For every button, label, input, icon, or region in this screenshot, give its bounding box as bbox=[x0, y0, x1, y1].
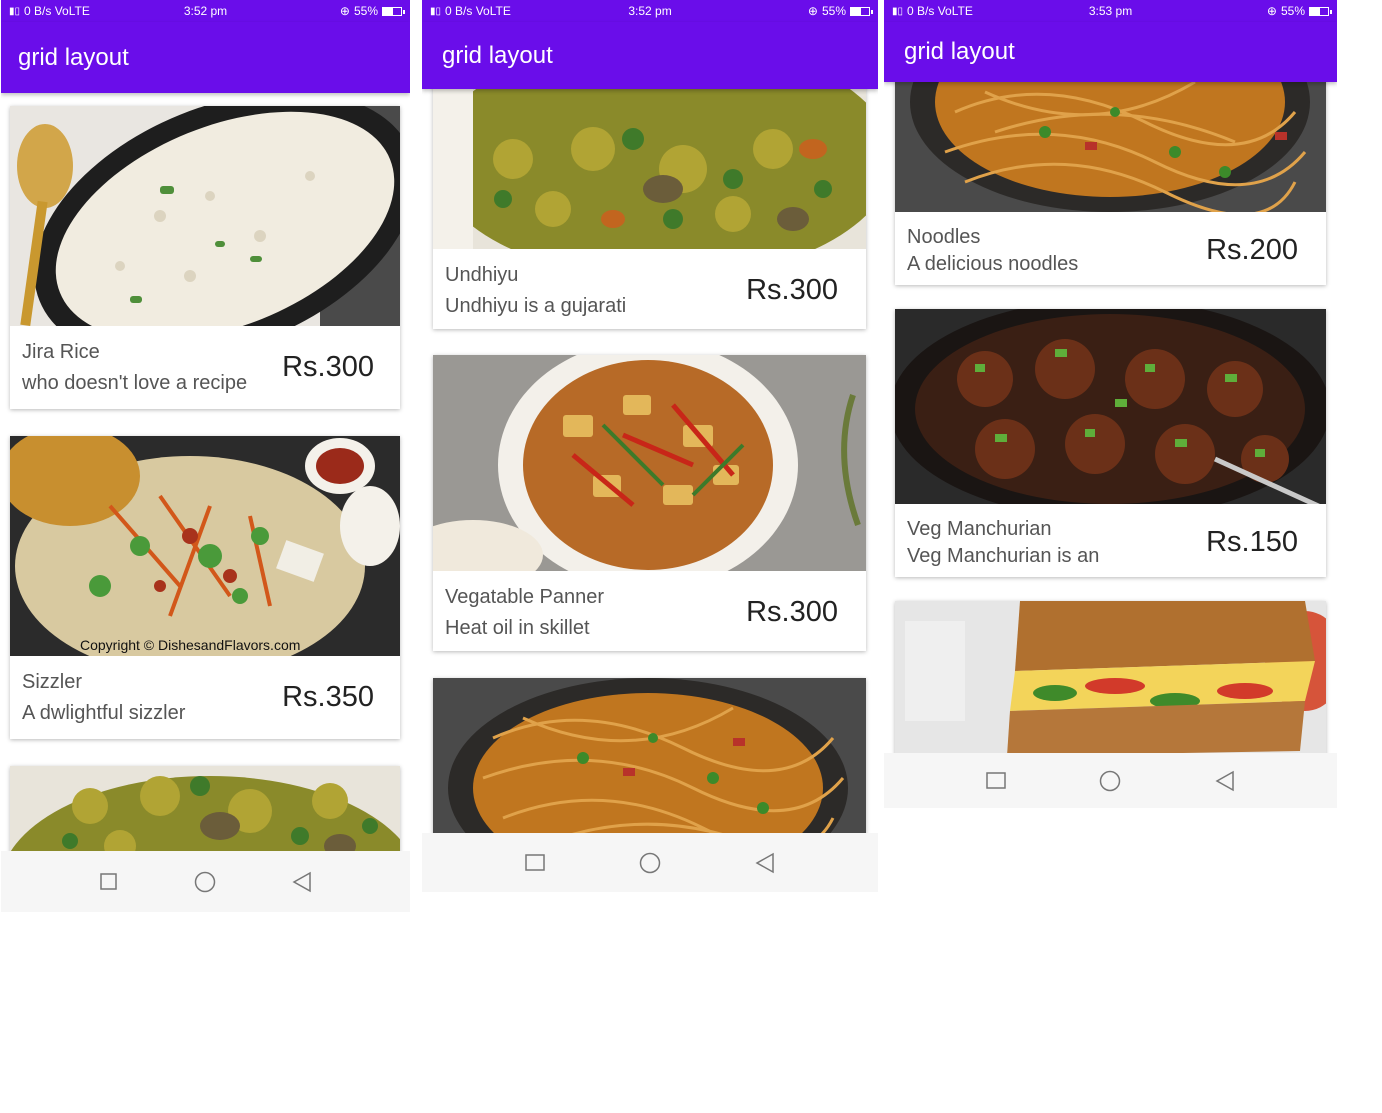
food-card-veg-manchurian[interactable]: Veg Manchurian Veg Manchurian is an Rs.1… bbox=[895, 309, 1326, 577]
status-time: 3:52 pm bbox=[183, 4, 228, 18]
status-bar: ▮▯ 0 B/s VoLTE 3:52 pm ⊕ 55% bbox=[1, 0, 410, 22]
card-grid[interactable]: Undhiyu Undhiyu is a gujarati Rs.300 Veg… bbox=[422, 89, 878, 833]
network-status: 0 B/s VoLTE bbox=[24, 4, 90, 18]
recents-square-icon[interactable] bbox=[89, 862, 129, 902]
app-bar: grid layout bbox=[884, 22, 1337, 82]
battery-icon bbox=[1309, 6, 1333, 16]
network-status: 0 B/s VoLTE bbox=[445, 4, 511, 18]
food-name: Vegatable Panner bbox=[445, 586, 605, 608]
battery-percent: 55% bbox=[821, 4, 847, 18]
battery-icon bbox=[382, 6, 405, 16]
app-title: grid layout bbox=[904, 38, 1015, 65]
food-name: Veg Manchurian bbox=[907, 518, 1052, 540]
food-price: Rs.300 bbox=[746, 274, 838, 306]
battery-level bbox=[851, 7, 861, 15]
data-saver-icon: ⊕ bbox=[807, 4, 818, 18]
food-description: who doesn't love a recipe bbox=[22, 372, 248, 394]
card-grid[interactable]: Noodles A delicious noodles Rs.200 Veg M… bbox=[884, 82, 1337, 753]
noodles-photo bbox=[433, 678, 866, 833]
card-info: Veg Manchurian Veg Manchurian is an Rs.1… bbox=[895, 504, 1326, 577]
food-card-vegetable-paneer[interactable]: Vegatable Panner Heat oil in skillet Rs.… bbox=[433, 355, 866, 651]
card-info: Jira Rice who doesn't love a recipe Rs.3… bbox=[10, 326, 400, 409]
sizzler-photo: Copyright © DishesandFlavors.com bbox=[10, 436, 400, 656]
watermark-text: Copyright © DishesandFlavors.com bbox=[80, 637, 300, 653]
phone-screen-1: ▮▯0 B/s VoLTE 3:52 pm ⊕55% grid layout bbox=[1, 0, 410, 912]
food-card-jira-rice[interactable]: Jira Rice who doesn't love a recipe Rs.3… bbox=[10, 106, 400, 409]
battery-percent: 55% bbox=[1280, 4, 1306, 18]
system-nav-bar bbox=[1, 851, 410, 912]
food-price: Rs.300 bbox=[282, 351, 374, 383]
paneer-photo bbox=[433, 355, 866, 571]
status-bar: ▮▯ 0 B/s VoLTE 3:52 pm ⊕ 55% bbox=[422, 0, 878, 22]
food-description: A delicious noodles bbox=[907, 253, 1079, 275]
food-description: Heat oil in skillet bbox=[445, 617, 590, 639]
data-saver-icon: ⊕ bbox=[1266, 4, 1277, 18]
app-title: grid layout bbox=[442, 41, 553, 69]
battery-level bbox=[383, 7, 393, 15]
network-status: 0 B/s VoLTE bbox=[907, 4, 973, 18]
food-description: A dwlightful sizzler bbox=[22, 702, 186, 724]
food-name: Undhiyu bbox=[445, 264, 519, 286]
signal-icon: ▮▯ bbox=[9, 5, 21, 17]
home-circle-icon[interactable] bbox=[630, 843, 670, 883]
status-time: 3:53 pm bbox=[1088, 4, 1133, 18]
card-info: Undhiyu Undhiyu is a gujarati Rs.300 bbox=[433, 249, 866, 329]
food-card-partial[interactable] bbox=[895, 601, 1326, 753]
card-info: Vegatable Panner Heat oil in skillet Rs.… bbox=[433, 571, 866, 651]
signal-icon: ▮▯ bbox=[892, 5, 904, 17]
manchurian-photo bbox=[895, 309, 1326, 504]
card-grid[interactable]: Jira Rice who doesn't love a recipe Rs.3… bbox=[1, 93, 410, 851]
home-circle-icon[interactable] bbox=[1090, 761, 1130, 801]
battery-icon bbox=[850, 6, 874, 16]
food-price: Rs.300 bbox=[746, 596, 838, 628]
food-card-undhiyu[interactable]: Undhiyu Undhiyu is a gujarati Rs.300 bbox=[433, 89, 866, 329]
home-circle-icon[interactable] bbox=[185, 862, 225, 902]
food-price: Rs.350 bbox=[282, 681, 374, 713]
undhiyu-photo bbox=[433, 89, 866, 249]
back-triangle-icon[interactable] bbox=[745, 843, 785, 883]
food-card-partial[interactable] bbox=[10, 766, 400, 851]
battery-percent: 55% bbox=[353, 4, 378, 18]
food-name: Sizzler bbox=[22, 671, 83, 693]
food-card-noodles[interactable]: Noodles A delicious noodles Rs.200 bbox=[895, 82, 1326, 285]
app-bar: grid layout bbox=[422, 22, 878, 89]
phone-screen-2: ▮▯ 0 B/s VoLTE 3:52 pm ⊕ 55% grid layout U… bbox=[422, 0, 878, 892]
app-title: grid layout bbox=[18, 43, 129, 71]
food-description: Veg Manchurian is an bbox=[907, 545, 1100, 567]
food-card-partial[interactable] bbox=[433, 678, 866, 833]
back-triangle-icon[interactable] bbox=[282, 862, 322, 902]
data-saver-icon: ⊕ bbox=[339, 4, 350, 18]
card-info: Sizzler A dwlightful sizzler Rs.350 bbox=[10, 656, 400, 739]
recents-square-icon[interactable] bbox=[976, 761, 1016, 801]
food-name: Jira Rice bbox=[22, 341, 100, 363]
system-nav-bar bbox=[884, 753, 1337, 808]
undhiyu-photo bbox=[10, 766, 400, 851]
sandwich-photo bbox=[895, 601, 1326, 753]
system-nav-bar bbox=[422, 833, 878, 892]
phone-screen-3: ▮▯0 B/s VoLTE 3:53 pm ⊕55% grid layout bbox=[884, 0, 1337, 808]
rice-photo bbox=[10, 106, 400, 326]
signal-icon: ▮▯ bbox=[430, 5, 442, 17]
battery-level bbox=[1310, 7, 1320, 15]
food-card-sizzler[interactable]: Copyright © DishesandFlavors.com Sizzler… bbox=[10, 436, 400, 739]
recents-square-icon[interactable] bbox=[515, 843, 555, 883]
back-triangle-icon[interactable] bbox=[1205, 761, 1245, 801]
food-name: Noodles bbox=[907, 226, 981, 248]
food-description: Undhiyu is a gujarati bbox=[445, 295, 627, 317]
food-price: Rs.200 bbox=[1206, 234, 1298, 266]
food-price: Rs.150 bbox=[1206, 526, 1298, 558]
status-bar: ▮▯ 0 B/s VoLTE 3:53 pm ⊕ 55% bbox=[884, 0, 1337, 22]
noodles-photo bbox=[895, 82, 1326, 212]
app-bar: grid layout bbox=[1, 22, 410, 93]
status-time: 3:52 pm bbox=[628, 4, 672, 18]
card-info: Noodles A delicious noodles Rs.200 bbox=[895, 212, 1326, 285]
